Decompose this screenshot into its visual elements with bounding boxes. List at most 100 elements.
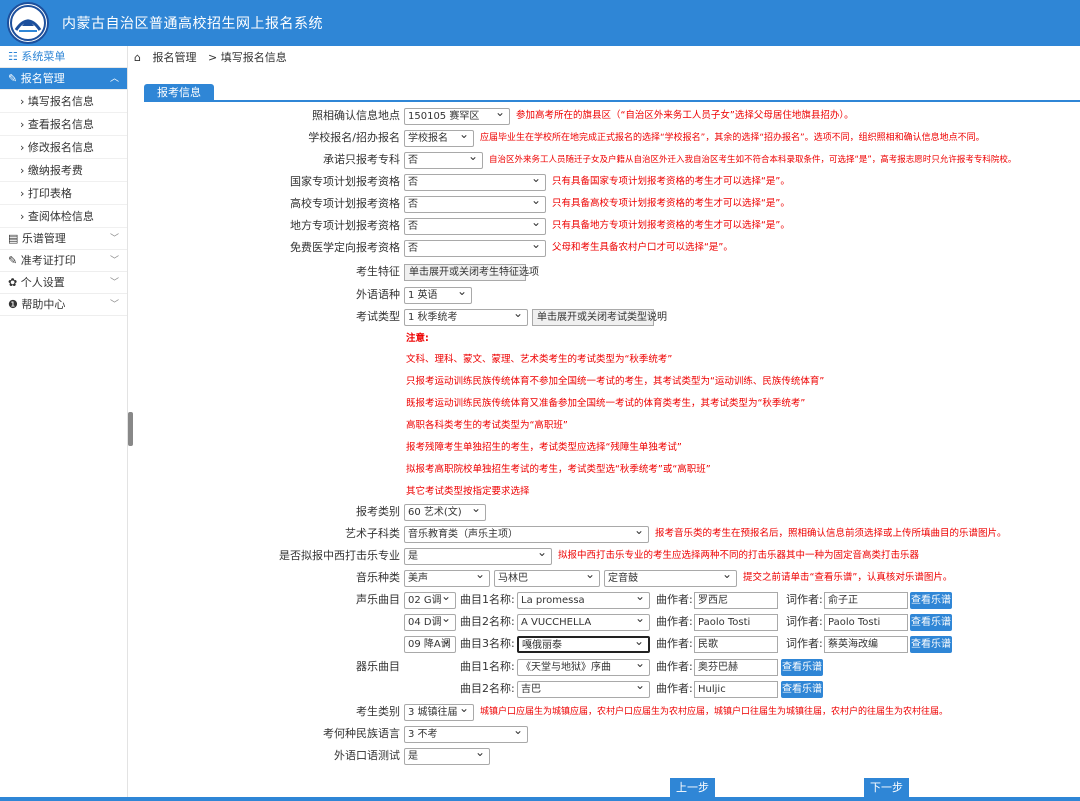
vocal-1-view-score-button[interactable]: 查看乐谱 bbox=[910, 592, 952, 609]
vocal-1-name-select[interactable]: La promessa bbox=[517, 592, 650, 609]
hint-art-subcategory: 报考音乐类的考生在预报名后，照相确认信息前须选择或上传所填曲目的乐谱图片。 bbox=[655, 528, 1007, 539]
field-label-percussion-major: 是否拟报中西打击乐专业 bbox=[279, 549, 400, 562]
vocal-2-name-select[interactable]: A VUCCHELLA bbox=[517, 614, 650, 631]
registration-mode-select[interactable]: 学校报名 bbox=[404, 130, 474, 147]
chevron-down-icon: ﹀ bbox=[109, 234, 119, 244]
vocal-3-key-select[interactable]: 09 降A调 bbox=[404, 636, 456, 653]
list-icon: ▤ bbox=[8, 232, 19, 245]
sidebar-section-help[interactable]: ❶ 帮助中心 ﹀ bbox=[0, 294, 127, 316]
app-header: 内蒙古自治区普通高校招生网上报名系统 bbox=[0, 0, 1080, 46]
vocal-2-key-select[interactable]: 04 D调 bbox=[404, 614, 456, 631]
instrument-2-select[interactable]: 定音鼓 bbox=[604, 570, 737, 587]
art-subcategory-select[interactable]: 音乐教育类（声乐主项） bbox=[404, 526, 649, 543]
hint-music-type: 提交之前请单击“查看乐谱”，认真核对乐谱图片。 bbox=[743, 572, 953, 583]
field-label-junior-college-only: 承诺只报考专科 bbox=[323, 153, 400, 166]
instr-1-name-label: 曲目1名称: bbox=[460, 660, 515, 673]
vocal-2-view-score-button[interactable]: 查看乐谱 bbox=[910, 614, 952, 631]
free-medical-select[interactable]: 否 bbox=[404, 240, 546, 257]
field-label-candidate-features: 考生特征 bbox=[356, 265, 400, 278]
exam-type-note-title: 注意: bbox=[406, 333, 429, 344]
sidebar-item-fill-info[interactable]: › 填写报名信息 bbox=[0, 90, 127, 113]
candidate-type-select[interactable]: 3 城镇往届 bbox=[404, 704, 474, 721]
sidebar-section-admission-ticket[interactable]: ✎ 准考证打印 ﹀ bbox=[0, 250, 127, 272]
instr-1-composer-label: 曲作者: bbox=[656, 660, 693, 673]
sidebar-item-view-info[interactable]: › 查看报名信息 bbox=[0, 113, 127, 136]
vocal-3-name-select[interactable]: 嘎俄丽泰 bbox=[517, 636, 650, 653]
hint-free-medical: 父母和考生具备农村户口才可以选择“是”。 bbox=[552, 242, 733, 253]
vocal-2-lyricist-input[interactable]: Paolo Tosti bbox=[824, 614, 908, 631]
sidebar-item-edit-info[interactable]: › 修改报名信息 bbox=[0, 136, 127, 159]
exam-type-note: 报考残障考生单独招生的考生，考试类型应选择“残障生单独考试” bbox=[406, 442, 682, 453]
vocal-1-lyricist-input[interactable]: 俞子正 bbox=[824, 592, 908, 609]
instr-2-name-select[interactable]: 吉巴 bbox=[517, 681, 650, 698]
vocal-1-key-select[interactable]: 02 G调 bbox=[404, 592, 456, 609]
local-special-plan-select[interactable]: 否 bbox=[404, 218, 546, 235]
field-label-national-special-plan: 国家专项计划报考资格 bbox=[290, 175, 400, 188]
field-label-exam-type: 考试类型 bbox=[356, 310, 400, 323]
sidebar-collapse-handle[interactable] bbox=[128, 412, 133, 446]
hint-junior-college-only: 自治区外来务工人员随迁子女及户籍从自治区外迁入我自治区考生如不符合本科录取条件，… bbox=[489, 155, 1017, 165]
field-label-ethnic-language: 考何种民族语言 bbox=[323, 727, 400, 740]
chevron-up-icon: ︿ bbox=[109, 74, 119, 84]
exam-type-note: 拟报考高职院校单独招生考试的考生，考试类型选“秋季统考”或“高职班” bbox=[406, 464, 711, 475]
junior-college-only-select[interactable]: 否 bbox=[404, 152, 483, 169]
vocal-1-lyricist-label: 词作者: bbox=[786, 593, 823, 606]
hint-candidate-type: 城镇户口应届生为城镇应届，农村户口应届生为农村应届，城镇户口往届生为城镇往届，农… bbox=[480, 707, 949, 717]
hint-local-special-plan: 只有具备地方专项计划报考资格的考生才可以选择“是”。 bbox=[552, 220, 790, 231]
sidebar-item-print-form[interactable]: › 打印表格 bbox=[0, 182, 127, 205]
university-special-plan-select[interactable]: 否 bbox=[404, 196, 546, 213]
instr-2-view-score-button[interactable]: 查看乐谱 bbox=[781, 681, 823, 698]
toggle-candidate-features-button[interactable]: 单击展开或关闭考生特征选项 bbox=[404, 264, 539, 281]
instr-2-name-label: 曲目2名称: bbox=[460, 682, 515, 695]
instr-2-composer-input[interactable]: Huljic bbox=[694, 681, 778, 698]
prev-step-button[interactable]: 上一步 bbox=[670, 778, 715, 798]
toggle-exam-type-help-button[interactable]: 单击展开或关闭考试类型说明 bbox=[532, 309, 667, 326]
sidebar-item-physical-exam[interactable]: › 查阅体检信息 bbox=[0, 205, 127, 228]
field-label-instrumental-pieces: 器乐曲目 bbox=[356, 660, 400, 673]
sidebar-section-sheet-music[interactable]: ▤ 乐谱管理 ﹀ bbox=[0, 228, 127, 250]
vocal-3-view-score-button[interactable]: 查看乐谱 bbox=[910, 636, 952, 653]
instr-1-name-select[interactable]: 《天堂与地狱》序曲 bbox=[517, 659, 650, 676]
instrument-1-select[interactable]: 马林巴 bbox=[494, 570, 600, 587]
vocal-3-lyricist-input[interactable]: 蔡英海改编 bbox=[824, 636, 908, 653]
sidebar-section-registration[interactable]: ✎ 报名管理 ︿ bbox=[0, 68, 127, 90]
vocal-3-composer-input[interactable]: 民歌 bbox=[694, 636, 778, 653]
vocal-2-name-label: 曲目2名称: bbox=[460, 615, 515, 628]
breadcrumb: ⌂ 报名管理 > 填写报名信息 bbox=[134, 48, 295, 68]
sidebar-section-personal-settings[interactable]: ✿ 个人设置 ﹀ bbox=[0, 272, 127, 294]
exam-type-note: 其它考试类型按指定要求选择 bbox=[406, 486, 530, 497]
chevron-down-icon: ﹀ bbox=[109, 256, 119, 266]
exam-type-note: 高职各科类考生的考试类型为“高职班” bbox=[406, 420, 568, 431]
foreign-language-select[interactable]: 1 英语 bbox=[404, 287, 472, 304]
vocal-2-composer-input[interactable]: Paolo Tosti bbox=[694, 614, 778, 631]
exam-type-note: 只报考运动训练民族传统体育不参加全国统一考试的考生，其考试类型为“运动训练、民族… bbox=[406, 376, 825, 387]
oral-test-select[interactable]: 是 bbox=[404, 748, 490, 765]
instr-1-composer-input[interactable]: 奥芬巴赫 bbox=[694, 659, 778, 676]
sidebar-menu-title: ☷ 系统菜单 bbox=[0, 46, 127, 68]
music-type-select[interactable]: 美声 bbox=[404, 570, 490, 587]
field-label-registration-mode: 学校报名/招办报名 bbox=[308, 131, 400, 144]
national-special-plan-select[interactable]: 否 bbox=[404, 174, 546, 191]
field-label-photo-location: 照相确认信息地点 bbox=[312, 109, 400, 122]
exam-type-select[interactable]: 1 秋季统考 bbox=[404, 309, 528, 326]
percussion-major-select[interactable]: 是 bbox=[404, 548, 552, 565]
instr-2-composer-label: 曲作者: bbox=[656, 682, 693, 695]
tab-registration-info[interactable]: 报考信息 bbox=[144, 84, 214, 102]
vocal-3-lyricist-label: 词作者: bbox=[786, 637, 823, 650]
vocal-2-composer-label: 曲作者: bbox=[656, 615, 693, 628]
field-label-music-type: 音乐种类 bbox=[356, 571, 400, 584]
vocal-1-composer-input[interactable]: 罗西尼 bbox=[694, 592, 778, 609]
field-label-local-special-plan: 地方专项计划报考资格 bbox=[290, 219, 400, 232]
sidebar: ☷ 系统菜单 ✎ 报名管理 ︿ › 填写报名信息 › 查看报名信息 › 修改报名… bbox=[0, 46, 128, 801]
field-label-candidate-type: 考生类别 bbox=[356, 705, 400, 718]
breadcrumb-root[interactable]: 报名管理 bbox=[152, 51, 196, 64]
instr-1-view-score-button[interactable]: 查看乐谱 bbox=[781, 659, 823, 676]
gear-icon: ✿ bbox=[8, 276, 18, 289]
next-step-button[interactable]: 下一步 bbox=[864, 778, 909, 798]
application-category-select[interactable]: 60 艺术(文) bbox=[404, 504, 486, 521]
field-label-art-subcategory: 艺术子科类 bbox=[345, 527, 400, 540]
sidebar-item-pay-fee[interactable]: › 缴纳报考费 bbox=[0, 159, 127, 182]
photo-location-select[interactable]: 150105 赛罕区 bbox=[404, 108, 510, 125]
hint-university-special-plan: 只有具备高校专项计划报考资格的考生才可以选择“是”。 bbox=[552, 198, 790, 209]
ethnic-language-select[interactable]: 3 不考 bbox=[404, 726, 528, 743]
